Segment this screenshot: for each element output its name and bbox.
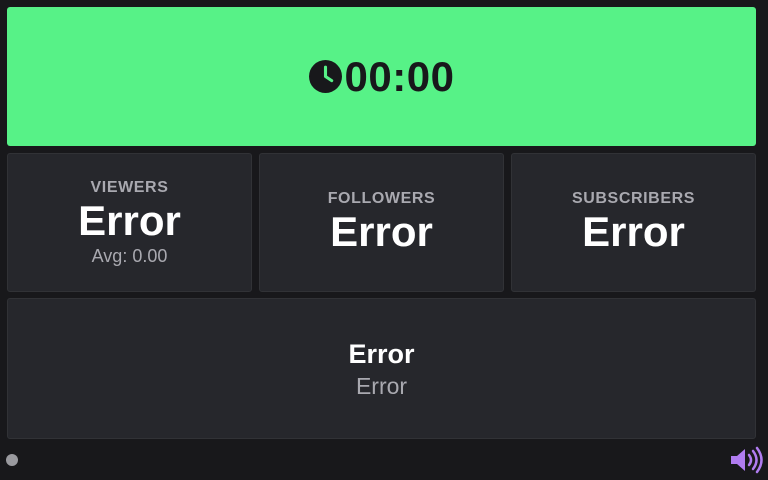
volume-icon[interactable]: [730, 446, 766, 474]
info-title: Error: [348, 338, 415, 369]
followers-card: FOLLOWERS Error: [259, 153, 504, 292]
viewers-value: Error: [78, 196, 181, 244]
info-subtitle: Error: [355, 372, 408, 399]
followers-value: Error: [330, 207, 433, 255]
followers-label: FOLLOWERS: [327, 189, 436, 207]
viewers-card: VIEWERS Error Avg: 0.00: [7, 153, 252, 292]
viewers-label: VIEWERS: [90, 178, 169, 196]
timer-content: 00:00: [308, 52, 455, 101]
status-bar: [0, 445, 768, 480]
subscribers-label: SUBSCRIBERS: [571, 189, 696, 207]
timer-value: 00:00: [344, 52, 455, 100]
subscribers-value: Error: [582, 207, 685, 255]
stream-dashboard: 00:00 VIEWERS Error Avg: 0.00 FOLLOWERS …: [0, 0, 768, 480]
info-card: Error Error: [7, 298, 756, 439]
status-dot-icon: [6, 454, 18, 466]
subscribers-card: SUBSCRIBERS Error: [511, 153, 756, 292]
clock-icon: [308, 60, 342, 93]
stream-timer: 00:00: [7, 7, 756, 146]
viewers-average: Avg: 0.00: [91, 245, 168, 266]
